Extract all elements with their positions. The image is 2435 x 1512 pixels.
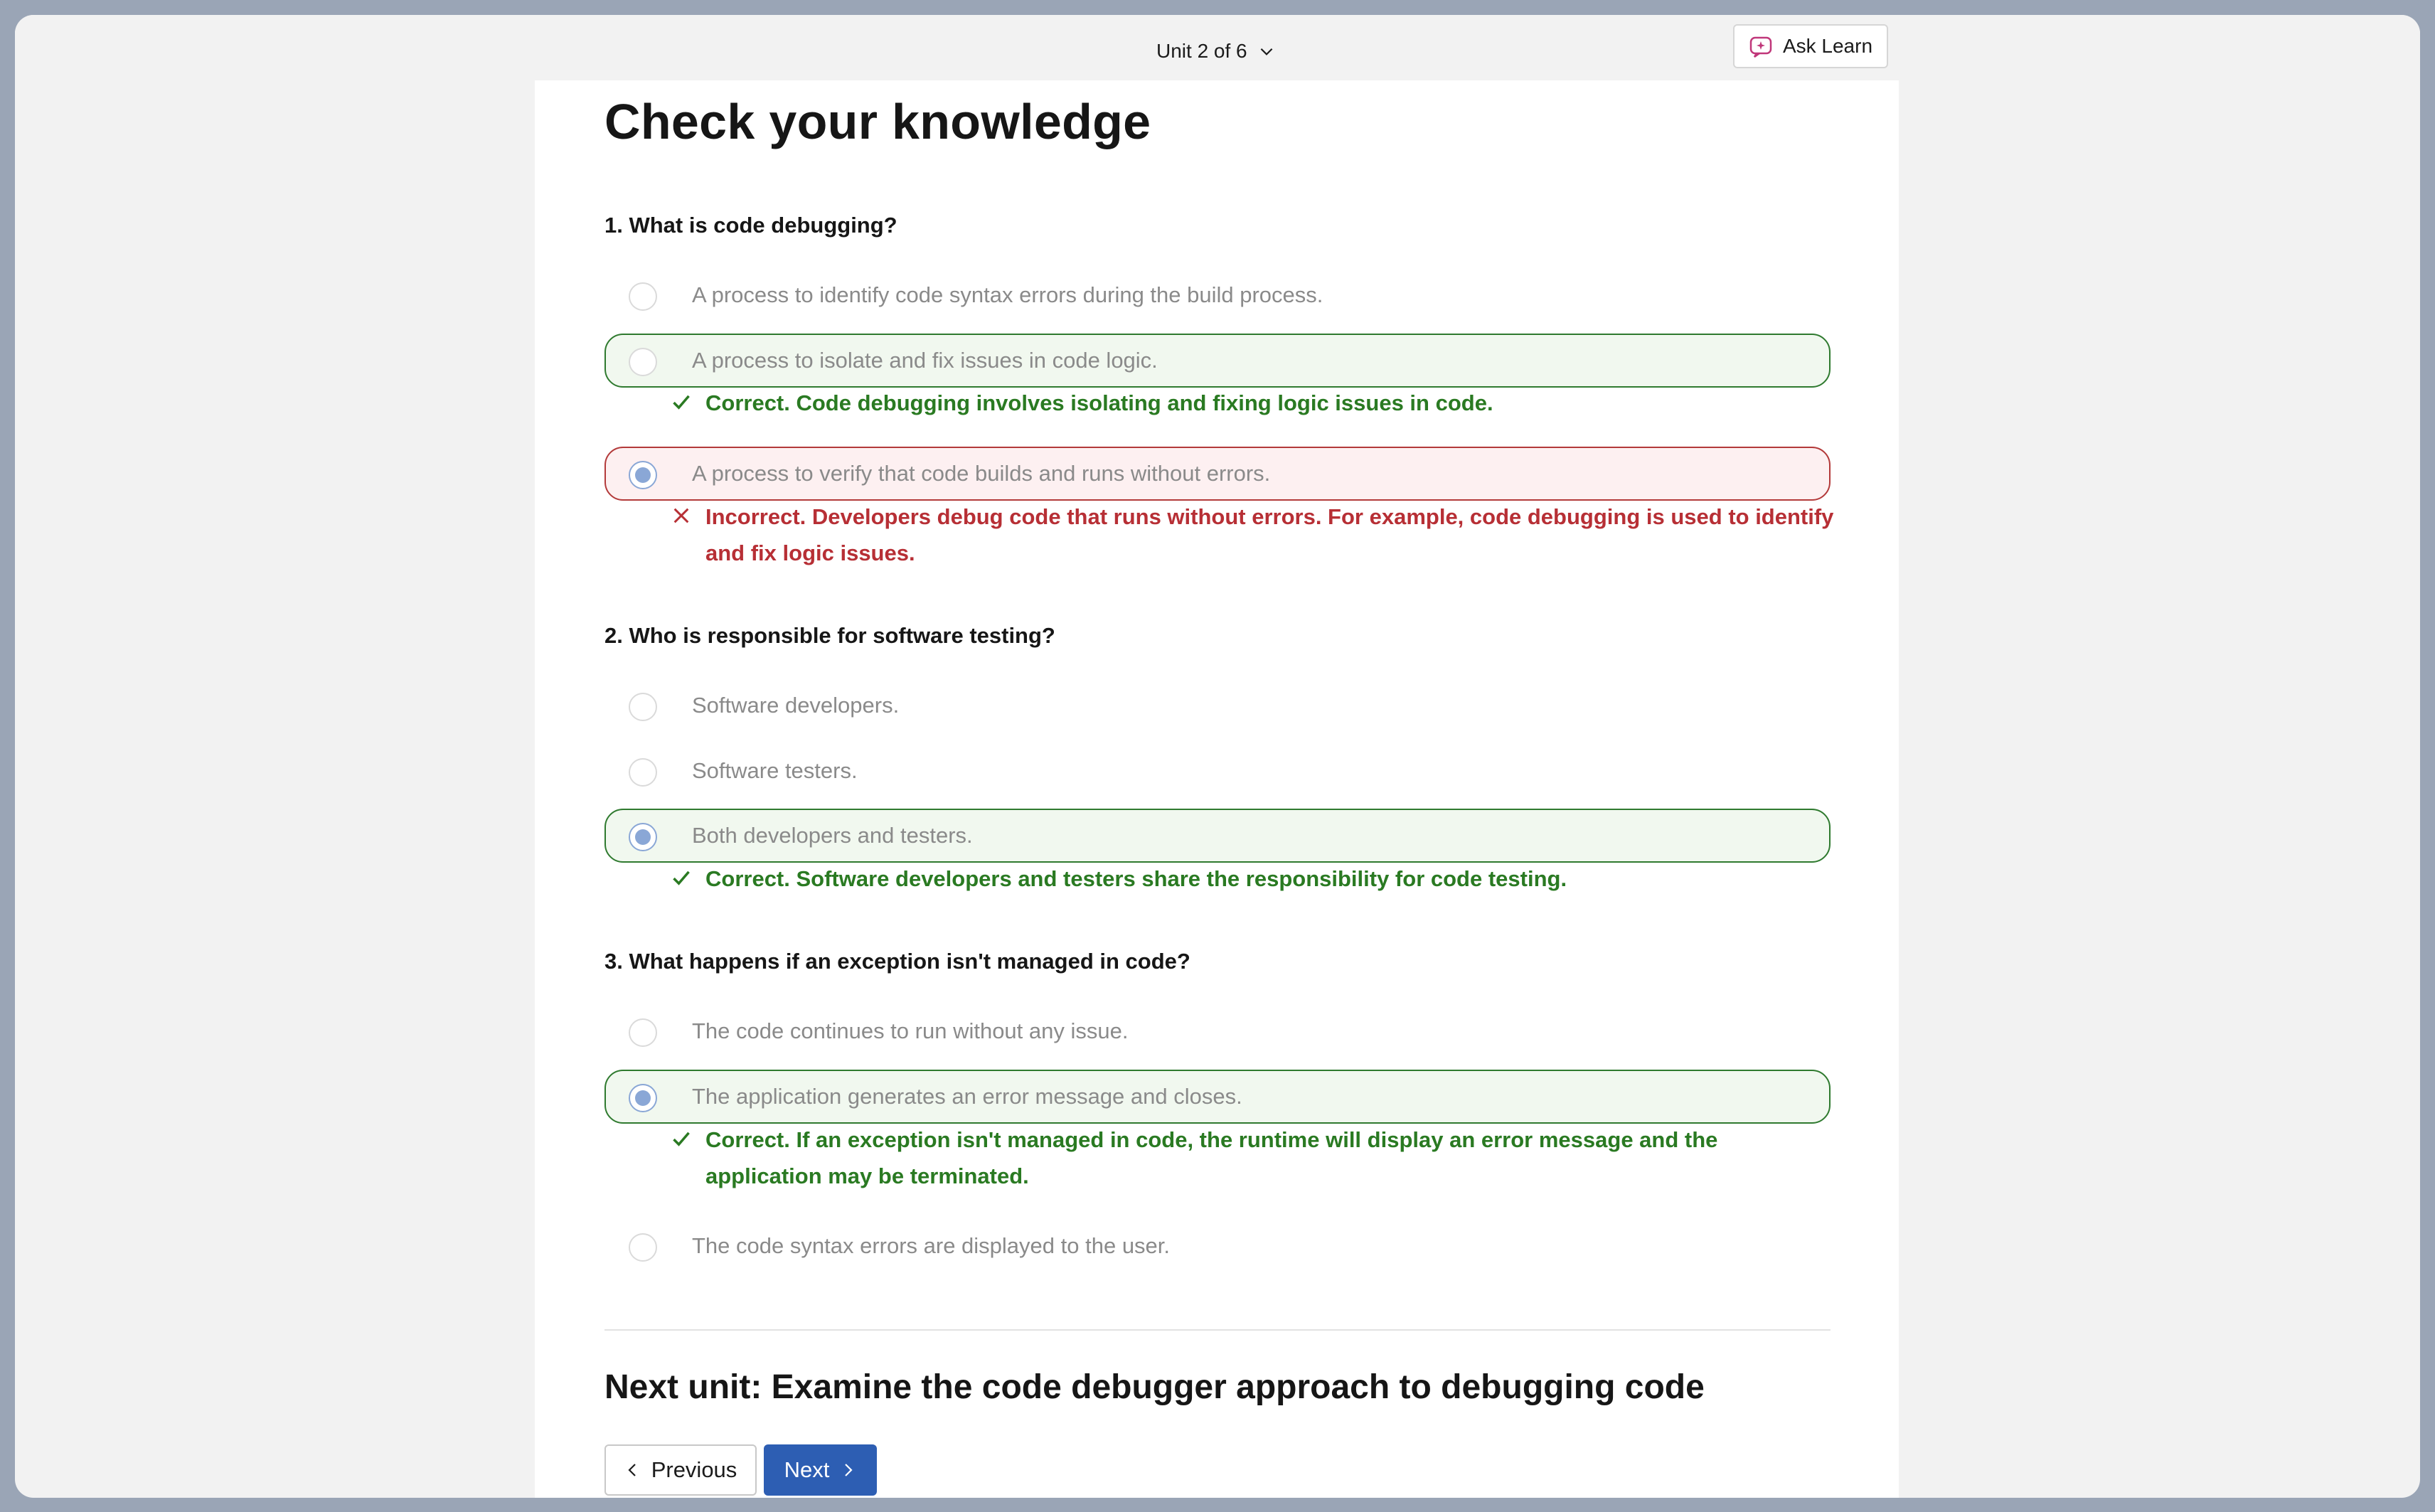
q3-option-3-label: The code syntax errors are displayed to … [692,1233,1171,1258]
checkmark-icon [673,1132,690,1146]
unit-selector[interactable]: Unit 2 of 6 [1156,33,1276,69]
previous-button-label: Previous [651,1457,737,1482]
q2-option-1-radio[interactable] [629,693,657,721]
next-unit-title: Next unit: Examine the code debugger app… [604,1368,1705,1406]
q2-option-1[interactable]: Software developers. [604,678,1831,733]
checkmark-icon [673,871,690,885]
unit-selector-label: Unit 2 of 6 [1156,40,1247,62]
q3-option-2[interactable]: The application generates an error messa… [604,1070,1831,1124]
top-bar: Unit 2 of 6 Ask Learn [15,15,2420,80]
q3-option-1-label: The code continues to run without any is… [692,1018,1129,1043]
q1-option-3-label: A process to verify that code builds and… [692,461,1271,486]
q2-option-1-label: Software developers. [692,693,900,718]
q1-feedback-incorrect: Incorrect. Developers debug code that ru… [671,499,1838,571]
chevron-right-icon [845,1464,853,1476]
q1-feedback-correct: Correct. Code debugging involves isolati… [671,385,1838,421]
q2-option-2-radio[interactable] [629,758,657,787]
ask-learn-label: Ask Learn [1782,35,1873,57]
ask-learn-icon [1749,36,1772,58]
next-button[interactable]: Next [764,1444,877,1496]
q1-option-3-radio[interactable] [629,461,657,489]
q3-option-3[interactable]: The code syntax errors are displayed to … [604,1219,1831,1273]
q2-option-3-radio[interactable] [629,823,657,851]
q1-option-3[interactable]: A process to verify that code builds and… [604,447,1831,501]
question-2-text: 2. Who is responsible for software testi… [604,623,1055,648]
module-content: Check your knowledge 1. What is code deb… [535,80,1899,1498]
q2-option-3-label: Both developers and testers. [692,823,973,848]
q1-option-2[interactable]: A process to isolate and fix issues in c… [604,334,1831,388]
q2-feedback-correct-text: Correct. Software developers and testers… [705,866,1567,891]
q3-feedback-correct-text: Correct. If an exception isn't managed i… [705,1127,1718,1188]
q3-option-2-radio[interactable] [629,1084,657,1112]
q1-feedback-incorrect-text: Incorrect. Developers debug code that ru… [705,504,1834,565]
q1-option-1-label: A process to identify code syntax errors… [692,282,1323,307]
next-button-label: Next [784,1457,830,1482]
checkmark-icon [673,395,690,410]
q2-feedback-correct: Correct. Software developers and testers… [671,861,1838,897]
q3-feedback-correct: Correct. If an exception isn't managed i… [671,1122,1838,1194]
ask-learn-button[interactable]: Ask Learn [1733,24,1888,68]
q3-option-1-radio[interactable] [629,1018,657,1047]
q1-option-1-radio[interactable] [629,282,657,311]
q2-option-2-label: Software testers. [692,758,858,783]
browser-window: Unit 2 of 6 Ask Learn Check your knowled… [15,15,2420,1498]
q2-option-2[interactable]: Software testers. [604,744,1831,798]
q1-feedback-correct-text: Correct. Code debugging involves isolati… [705,390,1493,415]
question-3-text: 3. What happens if an exception isn't ma… [604,949,1190,974]
q1-option-1[interactable]: A process to identify code syntax errors… [604,268,1831,322]
question-1-text: 1. What is code debugging? [604,213,897,238]
q2-option-3[interactable]: Both developers and testers. [604,809,1831,863]
q3-option-3-radio[interactable] [629,1233,657,1262]
divider [604,1329,1831,1331]
q1-option-2-radio[interactable] [629,348,657,376]
q1-option-2-label: A process to isolate and fix issues in c… [692,348,1158,373]
chevron-left-icon [628,1464,636,1476]
q3-option-1[interactable]: The code continues to run without any is… [604,1004,1831,1058]
q3-option-2-label: The application generates an error messa… [692,1084,1242,1109]
cross-icon [673,508,689,523]
chevron-down-icon [1260,48,1272,55]
page-title: Check your knowledge [604,94,1151,149]
previous-button[interactable]: Previous [604,1444,757,1496]
